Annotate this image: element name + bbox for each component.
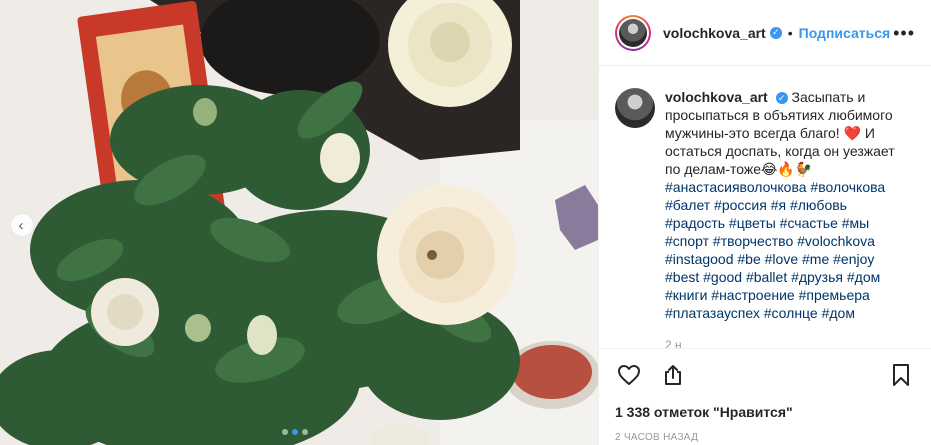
post-time: 2 часов назад (615, 432, 699, 443)
share-icon (665, 364, 681, 385)
carousel-dot (282, 429, 288, 435)
comments-section[interactable]: volochkova_art ✓ Засыпать и просыпаться … (599, 66, 931, 348)
like-button[interactable] (615, 361, 643, 389)
caption-hashtags[interactable]: #анастасияволочкова #волочкова #балет #р… (665, 179, 885, 321)
like-icon (618, 364, 640, 385)
post-photo[interactable]: ‹ (0, 0, 598, 445)
post-header: volochkova_art ✓ • Подписаться ••• (599, 0, 931, 66)
caption-text: volochkova_art ✓ Засыпать и просыпаться … (665, 88, 905, 322)
verified-icon: ✓ (769, 26, 782, 39)
prev-arrow-icon: ‹ (18, 216, 24, 234)
more-options-icon[interactable]: ••• (893, 24, 915, 42)
caption-username[interactable]: volochkova_art (665, 89, 768, 105)
post-side-panel: volochkova_art ✓ • Подписаться ••• voloc… (598, 0, 931, 445)
comment-timestamp: 2 н (665, 338, 682, 348)
share-button[interactable] (659, 361, 687, 389)
author-username[interactable]: volochkova_art (663, 25, 766, 41)
action-bar (599, 348, 931, 400)
author-avatar[interactable] (615, 14, 651, 51)
carousel-dot-active (292, 429, 298, 435)
caption-avatar[interactable] (615, 88, 655, 128)
caption-comment: volochkova_art ✓ Засыпать и просыпаться … (615, 88, 915, 322)
carousel-dots (282, 429, 308, 435)
verified-icon: ✓ (775, 92, 788, 104)
save-icon (893, 363, 909, 386)
header-separator: • (787, 24, 793, 41)
carousel-dot (302, 429, 308, 435)
rose-photo-image (0, 0, 598, 445)
follow-button[interactable]: Подписаться (799, 25, 891, 41)
save-button[interactable] (887, 361, 915, 389)
likes-count[interactable]: 1 338 отметок "Нравится" (615, 404, 793, 420)
carousel-prev-button[interactable]: ‹ (10, 213, 34, 237)
